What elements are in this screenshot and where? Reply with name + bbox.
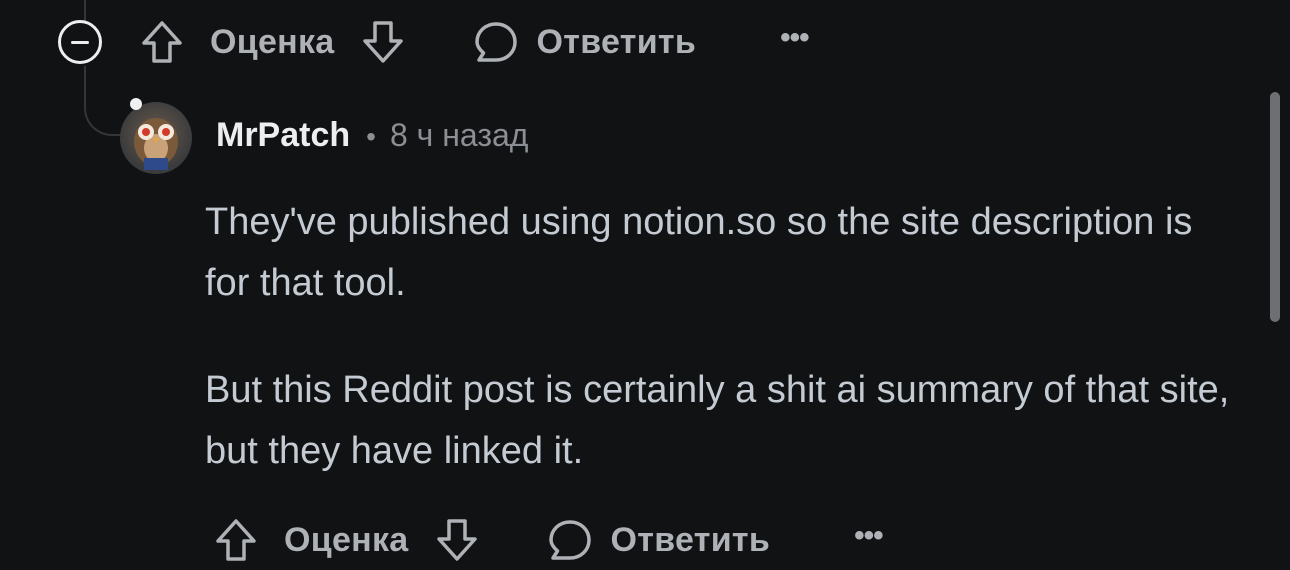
speech-bubble-icon[interactable] [473,19,519,65]
username[interactable]: MrPatch [216,116,350,155]
more-options-button[interactable]: ••• [854,521,883,551]
arrow-down-icon[interactable] [361,19,405,65]
comment-action-bar: Оценка Ответить ••• [214,516,884,564]
comment-thread: Оценка Ответить ••• MrPatch • 8 ч назад … [0,0,1290,570]
comment-body: They've published using notion.so so the… [205,192,1245,528]
parent-action-bar: Оценка Ответить ••• [58,18,810,66]
reply-button[interactable]: Ответить [611,521,771,560]
reply-button[interactable]: Ответить [537,23,697,62]
more-options-button[interactable]: ••• [780,23,809,53]
thread-connector [84,66,124,136]
minus-circle-icon [71,40,89,44]
arrow-down-icon[interactable] [435,517,479,563]
timestamp[interactable]: 8 ч назад [390,117,529,154]
avatar[interactable] [120,102,192,174]
owl-avatar-icon [134,118,178,170]
comment-paragraph: They've published using notion.so so the… [205,201,1193,304]
score-label: Оценка [284,520,409,559]
arrow-up-icon[interactable] [214,517,258,563]
speech-bubble-icon[interactable] [547,517,593,563]
avatar-status-dot [130,98,142,110]
meta-separator: • [366,121,376,152]
score-label: Оценка [210,22,335,61]
scrollbar[interactable] [1270,92,1280,322]
arrow-up-icon[interactable] [140,19,184,65]
comment-paragraph: But this Reddit post is certainly a shit… [205,369,1230,472]
collapse-thread-button[interactable] [58,20,102,64]
comment-header: MrPatch • 8 ч назад [216,116,528,155]
